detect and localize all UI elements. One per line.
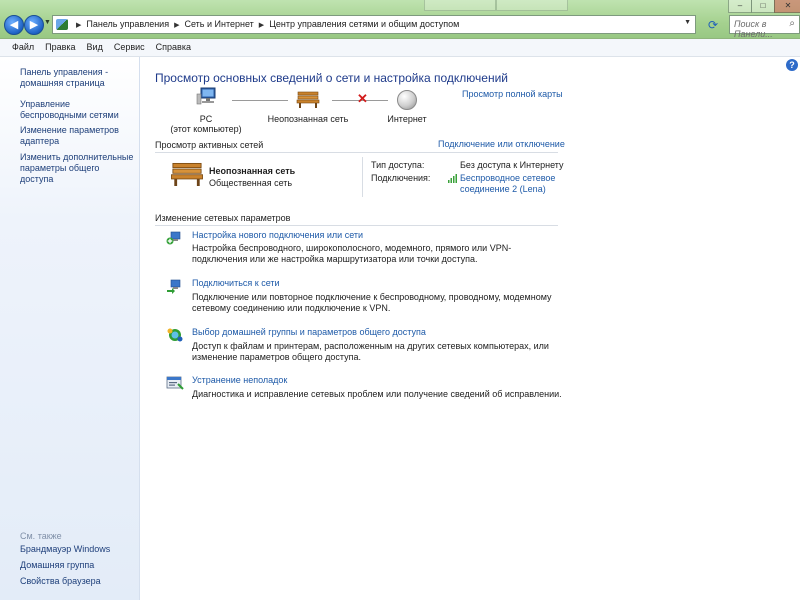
close-button[interactable]: ✕ [774, 0, 800, 13]
breadcrumb-arrow-icon[interactable]: ▶ [76, 22, 81, 29]
back-button[interactable]: ◀ [4, 15, 24, 35]
minimize-button[interactable]: – [728, 0, 752, 13]
sidebar-link-firewall[interactable]: Брандмауэр Windows [20, 544, 135, 555]
taskbar-thumbnail [496, 0, 568, 11]
breadcrumb-item[interactable]: Панель управления [86, 19, 169, 29]
task-new-connection-link[interactable]: Настройка нового подключения или сети [192, 230, 363, 240]
sidebar-link-homegroup[interactable]: Домашняя группа [20, 560, 135, 571]
connection-line2: соединение 2 (Lena) [460, 184, 546, 194]
task-new-connection-desc: Настройка беспроводного, широкополосного… [192, 243, 512, 264]
search-icon[interactable]: ⌕ [789, 18, 795, 29]
breadcrumb-item[interactable]: Центр управления сетями и общим доступом [269, 19, 459, 29]
task-troubleshoot-desc: Диагностика и исправление сетевых пробле… [192, 389, 562, 399]
connection-line1: Беспроводное сетевое [460, 173, 556, 183]
menu-help[interactable]: Справка [150, 39, 196, 52]
search-placeholder: Поиск в Панели... [734, 19, 773, 39]
divider [155, 225, 558, 226]
task-homegroup-link[interactable]: Выбор домашней группы и параметров общег… [192, 327, 426, 337]
wifi-signal-icon [448, 174, 457, 183]
breadcrumb-arrow-icon[interactable]: ▶ [174, 22, 179, 29]
homegroup-icon [167, 328, 183, 342]
breadcrumb: ▶ Панель управления ▶ Сеть и Интернет ▶ Центр… [71, 19, 459, 29]
menu-bar: Файл Правка Вид Сервис Справка [0, 39, 800, 57]
breadcrumb-item[interactable]: Сеть и Интернет [184, 19, 253, 29]
access-type-value: Без доступа к Интернету [460, 160, 564, 170]
task-connect-network-desc: Подключение или повторное подключение к … [192, 292, 552, 313]
sidebar-link-home[interactable]: Панель управления - домашняя страница [20, 67, 135, 89]
taskbar-thumbnail [424, 0, 496, 11]
sidebar-link-browser[interactable]: Свойства браузера [20, 576, 135, 587]
full-map-link[interactable]: Просмотр полной карты [462, 89, 563, 99]
refresh-icon[interactable]: ⟳ [703, 16, 723, 34]
recent-pages-dropdown[interactable]: ▼ [44, 19, 51, 26]
main-content: ? Просмотр основных сведений о сети и на… [140, 57, 800, 600]
connect-disconnect-link[interactable]: Подключение или отключение [438, 139, 565, 149]
menu-edit[interactable]: Правка [39, 39, 80, 52]
internet-label: Интернет [387, 114, 427, 124]
active-network-name: Неопознанная сеть [209, 166, 296, 176]
address-dropdown-icon[interactable]: ▼ [684, 19, 691, 26]
network-type-link[interactable]: Общественная сеть [209, 178, 292, 188]
troubleshoot-icon [166, 376, 184, 390]
globe-icon [397, 90, 417, 110]
connections-label: Подключения: [371, 173, 431, 183]
pc-subtitle: (этот компьютер) [170, 124, 242, 134]
network-label: Неопознанная сеть [267, 114, 349, 124]
address-bar[interactable]: ▶ Панель управления ▶ Сеть и Интернет ▶ Центр… [52, 15, 696, 34]
task-homegroup-desc: Доступ к файлам и принтерам, расположенн… [192, 341, 549, 362]
menu-file[interactable]: Файл [6, 39, 39, 52]
divider [362, 157, 363, 197]
bench-icon [171, 162, 203, 186]
map-node-pc: PC (этот компьютер) [166, 114, 246, 134]
connect-network-icon [167, 279, 181, 294]
no-connection-x-icon[interactable]: ✕ [357, 91, 368, 107]
breadcrumb-arrow-icon[interactable]: ▶ [259, 22, 264, 29]
active-networks-header: Просмотр активных сетей [155, 140, 264, 150]
task-connect-network-link[interactable]: Подключиться к сети [192, 278, 280, 288]
menu-view[interactable]: Вид [81, 39, 108, 52]
bench-icon [296, 91, 320, 108]
change-settings-header: Изменение сетевых параметров [155, 213, 291, 223]
page-title: Просмотр основных сведений о сети и наст… [155, 71, 508, 85]
sidebar-link-adapter[interactable]: Изменение параметров адаптера [20, 125, 135, 147]
map-node-internet: Интернет [377, 114, 437, 124]
search-input[interactable]: Поиск в Панели... ⌕ [729, 15, 800, 39]
sidebar-link-sharing[interactable]: Изменить дополнительные параметры общего… [20, 152, 135, 185]
sidebar: Панель управления - домашняя страница Уп… [0, 57, 140, 600]
forward-button[interactable]: ▶ [24, 15, 44, 35]
see-also-label: См. также [20, 531, 62, 541]
menu-tools[interactable]: Сервис [108, 39, 150, 52]
new-connection-icon [166, 231, 181, 245]
wireless-connection-link[interactable]: Беспроводное сетевое соединение 2 (Lena) [460, 173, 555, 195]
control-panel-icon [56, 19, 68, 30]
help-icon[interactable]: ? [786, 59, 798, 71]
pc-name: PC [199, 114, 213, 124]
maximize-button[interactable]: □ [751, 0, 775, 13]
map-node-network: Неопознанная сеть [258, 114, 358, 124]
sidebar-link-wireless[interactable]: Управление беспроводными сетями [20, 99, 135, 121]
address-toolbar: – □ ✕ ◀ ▶ ▼ ▶ Панель управления ▶ Сеть и Ин… [0, 0, 800, 39]
map-connection-line [232, 100, 288, 101]
task-troubleshoot-link[interactable]: Устранение неполадок [192, 375, 287, 385]
access-type-label: Тип доступа: [371, 160, 425, 170]
computer-icon [196, 87, 216, 105]
divider [155, 152, 558, 153]
